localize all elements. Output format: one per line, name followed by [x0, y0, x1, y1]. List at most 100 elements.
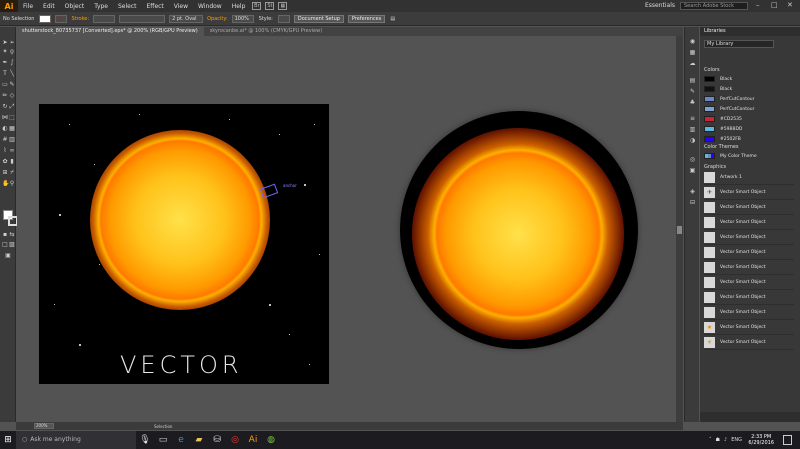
zoom-tool-icon[interactable]: ⚲: [9, 181, 15, 187]
symbol-sprayer-icon[interactable]: ✿: [2, 159, 8, 165]
arrange-icon[interactable]: ▦: [278, 2, 288, 10]
symbols-icon[interactable]: ♣: [688, 99, 697, 106]
menu-select[interactable]: Select: [113, 3, 142, 10]
tab-sun-document[interactable]: shutterstock_80735737 [Converted].eps* @…: [16, 27, 204, 36]
colors-section-header[interactable]: Colors: [704, 67, 720, 73]
library-graphic[interactable]: ✈ Vector Smart Object: [704, 186, 794, 200]
graphic-styles-icon[interactable]: ▣: [688, 167, 697, 174]
transparency-icon[interactable]: ◑: [688, 137, 697, 144]
close-button[interactable]: ✕: [787, 1, 793, 9]
gradient-mode-icon[interactable]: ▨: [9, 242, 15, 248]
opacity-label[interactable]: Opacity:: [207, 16, 228, 22]
paintbrush-icon[interactable]: ✎: [9, 82, 15, 88]
bridge-icon[interactable]: Br: [252, 2, 262, 10]
opacity-field[interactable]: 100%: [231, 14, 254, 23]
menu-type[interactable]: Type: [89, 3, 113, 10]
maximize-button[interactable]: □: [771, 1, 778, 9]
library-dropdown[interactable]: My Library: [704, 40, 774, 48]
menu-help[interactable]: Help: [227, 3, 251, 10]
document-setup-button[interactable]: Document Setup: [293, 14, 344, 23]
perspective-grid-icon[interactable]: ▦: [9, 126, 15, 132]
zoom-field[interactable]: 200%: [34, 423, 54, 429]
library-graphic[interactable]: Vector Smart Object: [704, 261, 794, 275]
system-clock[interactable]: 2:33 PM 6/29/2016: [748, 434, 774, 446]
graphics-section-header[interactable]: Graphics: [704, 164, 726, 170]
variable-width-profile[interactable]: [119, 14, 166, 23]
language-indicator[interactable]: ENG: [731, 437, 742, 443]
rotate-tool-icon[interactable]: ↻: [2, 104, 8, 110]
graphic-style-picker[interactable]: [277, 14, 290, 23]
stroke-color-picker[interactable]: ╱: [55, 14, 68, 23]
color-guide-icon[interactable]: ▦: [688, 49, 697, 56]
menu-window[interactable]: Window: [193, 3, 227, 10]
stroke-weight-field[interactable]: [93, 14, 116, 23]
stock-icon[interactable]: St: [265, 2, 275, 10]
tray-up-icon[interactable]: ˄: [709, 437, 712, 443]
brush-definition[interactable]: 2 pt. Oval: [169, 14, 204, 23]
scale-tool-icon[interactable]: ⤢: [9, 104, 15, 110]
stock-search-input[interactable]: Search Adobe Stock: [680, 2, 748, 10]
slice-tool-icon[interactable]: ⌿: [9, 170, 15, 176]
scrollbar-thumb[interactable]: [677, 226, 682, 234]
windows-start-icon[interactable]: ⊞: [0, 431, 16, 449]
chrome-icon[interactable]: ◎: [226, 431, 244, 449]
hand-tool-icon[interactable]: ✋: [2, 181, 9, 187]
width-tool-icon[interactable]: ⋈: [2, 115, 8, 121]
stroke-label[interactable]: Stroke:: [71, 16, 89, 22]
swap-colors-icon[interactable]: ⇆: [9, 232, 15, 238]
artboards-icon[interactable]: ⊟: [688, 199, 697, 206]
volume-icon[interactable]: ♪: [724, 437, 727, 443]
library-color[interactable]: Black: [704, 75, 794, 83]
artboard-vector-text[interactable]: VECTOR: [120, 351, 243, 379]
artboard-tool-icon[interactable]: ⊞: [2, 170, 8, 176]
workspace-switcher[interactable]: Essentials: [645, 2, 675, 9]
sun-artwork[interactable]: [90, 130, 270, 310]
color-mode-icon[interactable]: □: [2, 242, 8, 248]
edge-icon[interactable]: e: [172, 431, 190, 449]
color-panel-icon[interactable]: ◉: [688, 38, 697, 45]
store-icon[interactable]: ⛁: [208, 431, 226, 449]
library-graphic[interactable]: Vector Smart Object: [704, 291, 794, 305]
menu-view[interactable]: View: [169, 3, 193, 10]
library-graphic[interactable]: Vector Smart Object: [704, 201, 794, 215]
library-color[interactable]: Black: [704, 85, 794, 93]
action-center-icon[interactable]: [783, 435, 792, 445]
library-color[interactable]: #2502FB: [704, 135, 794, 143]
illustrator-taskbar-icon[interactable]: Ai: [244, 431, 262, 449]
gradient-panel-icon[interactable]: ▥: [688, 126, 697, 133]
brushes-icon[interactable]: ✎: [688, 88, 697, 95]
magic-wand-icon[interactable]: ✶: [2, 49, 8, 55]
library-graphic[interactable]: Vector Smart Object: [704, 246, 794, 260]
swatches-icon[interactable]: ▤: [688, 77, 697, 84]
pen-tool-icon[interactable]: ✒: [2, 60, 8, 66]
menu-effect[interactable]: Effect: [142, 3, 169, 10]
pencil-icon[interactable]: ✏: [2, 93, 8, 99]
default-colors-icon[interactable]: ▪: [2, 232, 8, 238]
library-graphic[interactable]: Vector Smart Object: [704, 306, 794, 320]
preferences-button[interactable]: Preferences: [347, 14, 386, 23]
library-color[interactable]: #59B8DD: [704, 125, 794, 133]
direct-selection-tool-icon[interactable]: ➢: [9, 40, 15, 46]
library-graphic[interactable]: ★ Vector Smart Object: [704, 321, 794, 335]
color-themes-section-header[interactable]: Color Themes: [704, 144, 739, 150]
shape-builder-icon[interactable]: ◐: [2, 126, 8, 132]
eyedropper-icon[interactable]: ⌇: [2, 148, 8, 154]
minimize-button[interactable]: –: [756, 1, 760, 9]
library-color[interactable]: PerfCutContour: [704, 105, 794, 113]
graph-tool-icon[interactable]: ▮: [9, 159, 15, 165]
library-color[interactable]: #CD2535: [704, 115, 794, 123]
sun-artwork-clipped[interactable]: [412, 128, 624, 340]
layers-icon[interactable]: ◈: [688, 188, 697, 195]
curvature-tool-icon[interactable]: ∫: [9, 60, 15, 66]
menu-edit[interactable]: Edit: [38, 3, 60, 10]
mesh-tool-icon[interactable]: #: [2, 137, 8, 143]
library-color-theme[interactable]: My Color Theme: [704, 152, 794, 160]
library-graphic[interactable]: ☀ Vector Smart Object: [704, 336, 794, 350]
free-transform-icon[interactable]: ⬚: [9, 115, 15, 121]
microphone-icon[interactable]: 🎙: [136, 431, 154, 449]
arrange-docs-icon[interactable]: ▤: [390, 16, 395, 22]
library-graphic[interactable]: Artwork 1: [704, 171, 794, 185]
gradient-tool-icon[interactable]: ▥: [9, 137, 15, 143]
stroke-panel-icon[interactable]: ≡: [688, 115, 697, 122]
library-graphic[interactable]: Vector Smart Object: [704, 216, 794, 230]
